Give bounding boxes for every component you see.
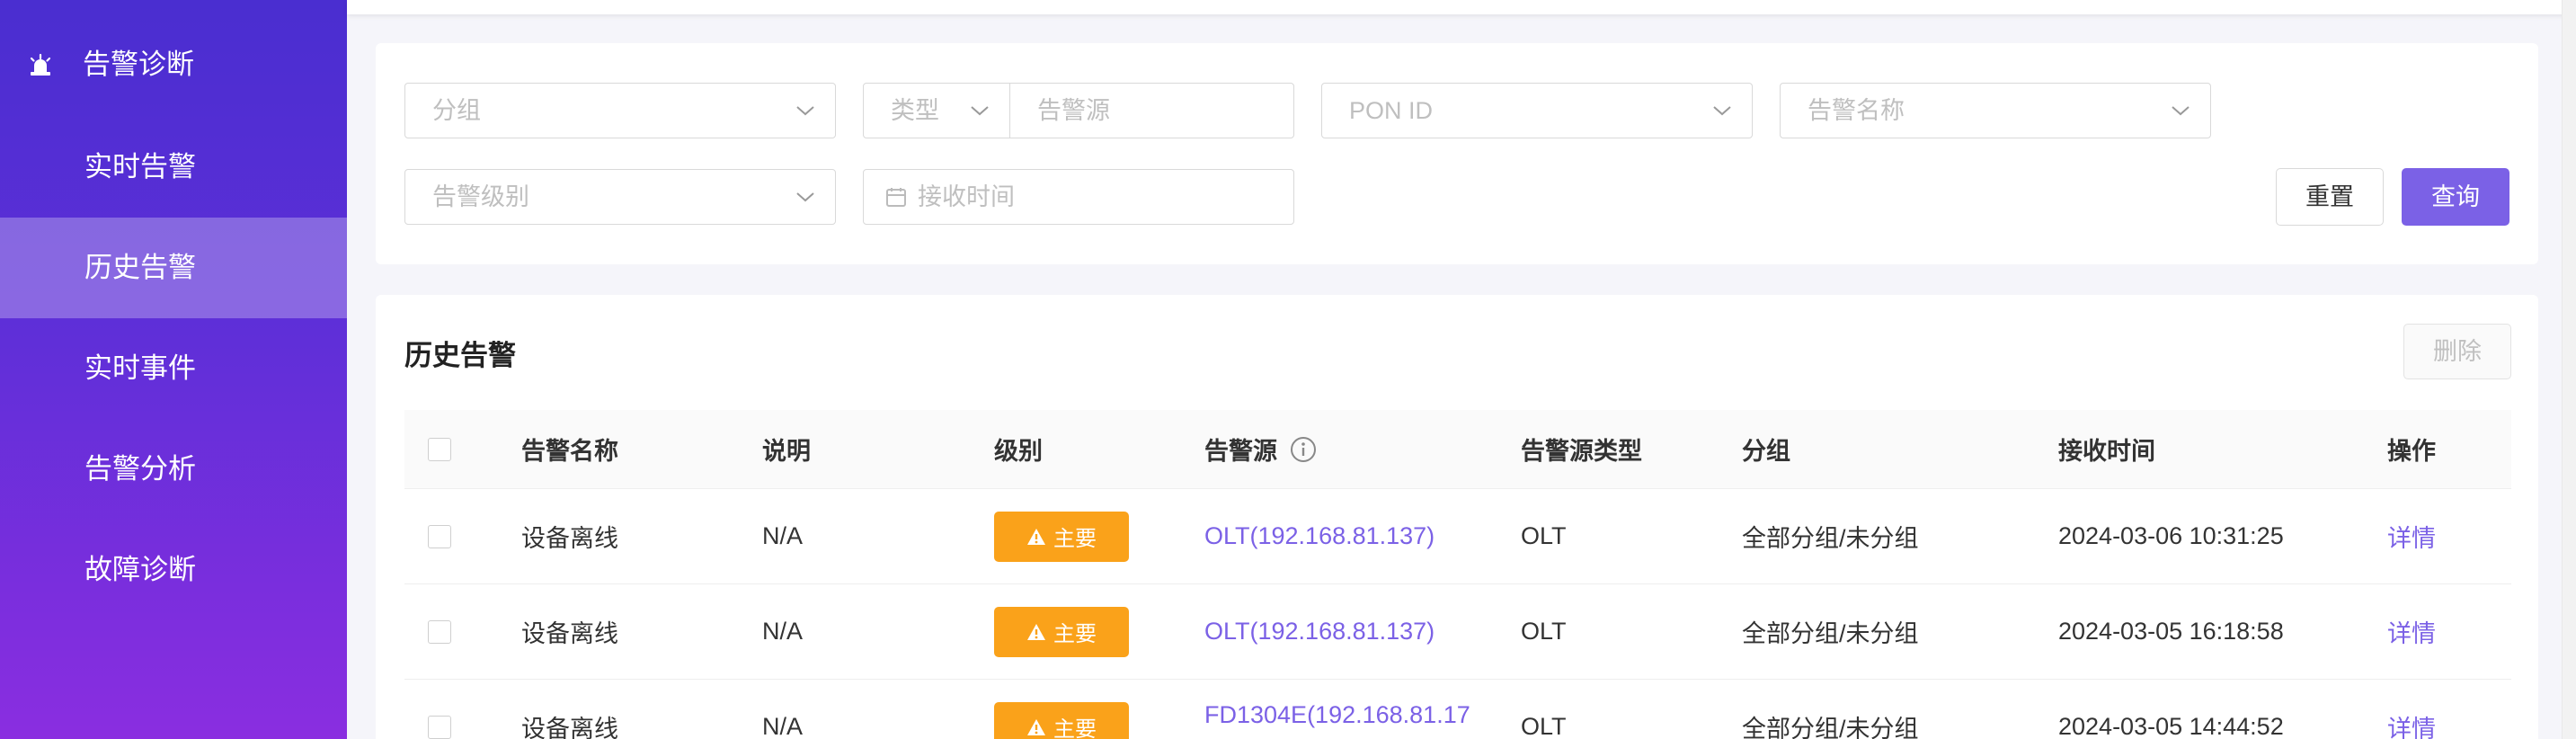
warning-triangle-icon (1027, 718, 1045, 735)
delete-button[interactable]: 删除 (2403, 324, 2511, 379)
chevron-down-icon (2172, 106, 2190, 116)
row-detail-link[interactable]: 详情 (2387, 584, 2436, 679)
row-group: 全部分组/未分组 (1742, 620, 1919, 647)
alarm-source-placeholder: 告警源 (1037, 97, 1110, 124)
level-badge-label: 主要 (1053, 717, 1097, 739)
alarm-light-icon (30, 53, 51, 76)
alarm-name-select[interactable]: 告警名称 (1780, 83, 2211, 138)
row-group: 全部分组/未分组 (1742, 716, 1919, 739)
chevron-down-icon (796, 106, 814, 116)
row-checkbox[interactable] (428, 619, 451, 644)
level-badge: 主要 (994, 511, 1129, 562)
calendar-icon (886, 188, 906, 207)
table-row: 设备离线 N/A 主要 OLT(192.168.81.137) OLT 全部分组… (404, 489, 2511, 584)
column-header-desc: 说明 (762, 438, 811, 465)
info-circle-icon[interactable] (1290, 436, 1317, 463)
row-source-link[interactable]: OLT(192.168.81.137) (1204, 489, 1435, 583)
sidebar-item-alarm-analysis[interactable]: 告警分析 (0, 419, 347, 520)
sidebar-header-label: 告警诊断 (83, 49, 194, 80)
chevron-down-icon (1713, 106, 1731, 116)
row-level-cell: 主要 (994, 584, 1129, 679)
row-checkbox-cell (428, 489, 451, 583)
column-header-source: 告警源 (1204, 410, 1317, 488)
group-select[interactable]: 分组 (404, 83, 836, 138)
column-header-name: 告警名称 (521, 438, 618, 465)
level-badge-label: 主要 (1053, 527, 1097, 551)
row-checkbox[interactable] (428, 524, 451, 548)
row-alarm-name: 设备离线 (521, 620, 618, 647)
alarm-level-placeholder: 告警级别 (432, 183, 529, 210)
table-title: 历史告警 (404, 340, 516, 371)
table-header: 告警名称 说明 级别 告警源 告警源类型 分组 接收时间 操作 (404, 410, 2511, 489)
row-detail-link[interactable]: 详情 (2387, 680, 2436, 739)
row-level-cell: 主要 (994, 680, 1129, 739)
filter-panel: 分组 类型 告警源 PON ID 告警名称 告警级别 接收时间 重置 查询 (376, 43, 2538, 264)
sidebar-item-fault-diagnosis[interactable]: 故障诊断 (0, 520, 347, 620)
row-checkbox-cell (428, 584, 451, 679)
pon-id-select[interactable]: PON ID (1321, 83, 1753, 138)
chevron-down-icon (971, 106, 989, 116)
column-header-action: 操作 (2387, 438, 2436, 465)
alarm-source-input[interactable]: 告警源 (1009, 83, 1294, 138)
row-time: 2024-03-05 16:18:58 (2058, 618, 2284, 645)
column-header-group: 分组 (1742, 438, 1790, 465)
row-level-cell: 主要 (994, 489, 1129, 583)
select-all-cell (428, 410, 451, 488)
row-group: 全部分组/未分组 (1742, 525, 1919, 552)
column-header-source-label: 告警源 (1204, 438, 1277, 465)
row-source-link[interactable]: OLT(192.168.81.137) (1204, 584, 1435, 679)
column-header-time: 接收时间 (2058, 438, 2155, 465)
table-row: 设备离线 N/A 主要 FD1304E(192.168.81.17 OLT 全部… (404, 680, 2511, 739)
row-source-type: OLT (1521, 522, 1567, 549)
row-detail-link[interactable]: 详情 (2387, 489, 2436, 583)
row-source-type: OLT (1521, 618, 1567, 645)
column-header-level: 级别 (994, 438, 1043, 465)
pon-id-placeholder: PON ID (1349, 97, 1434, 124)
receive-time-placeholder: 接收时间 (918, 183, 1015, 210)
sidebar-item-realtime-event[interactable]: 实时事件 (0, 318, 347, 419)
warning-triangle-icon (1027, 528, 1045, 545)
row-desc: N/A (762, 618, 804, 645)
row-desc: N/A (762, 713, 804, 739)
group-placeholder: 分组 (432, 97, 481, 124)
row-checkbox-cell (428, 680, 451, 739)
table-row: 设备离线 N/A 主要 OLT(192.168.81.137) OLT 全部分组… (404, 584, 2511, 680)
row-time: 2024-03-06 10:31:25 (2058, 522, 2284, 549)
type-placeholder: 类型 (891, 97, 939, 124)
level-badge-label: 主要 (1053, 622, 1097, 646)
warning-triangle-icon (1027, 623, 1045, 640)
chevron-down-icon (796, 192, 814, 202)
reset-button[interactable]: 重置 (2276, 168, 2384, 226)
sidebar-item-realtime-alarm[interactable]: 实时告警 (0, 117, 347, 218)
row-alarm-name: 设备离线 (521, 525, 618, 552)
sidebar-item-history-alarm[interactable]: 历史告警 (0, 218, 347, 318)
row-desc: N/A (762, 522, 804, 549)
top-bar (347, 0, 2576, 14)
type-select[interactable]: 类型 (863, 83, 1010, 138)
row-time: 2024-03-05 14:44:52 (2058, 713, 2284, 739)
sidebar-header-alarm-diagnosis[interactable]: 告警诊断 (0, 32, 347, 97)
receive-time-picker[interactable]: 接收时间 (863, 169, 1294, 225)
alarm-name-placeholder: 告警名称 (1808, 97, 1905, 124)
row-source-type: OLT (1521, 713, 1567, 739)
row-alarm-name: 设备离线 (521, 716, 618, 739)
level-badge: 主要 (994, 701, 1129, 739)
page-scrollbar[interactable] (2562, 0, 2576, 739)
alarm-table-panel: 历史告警 删除 告警名称 说明 级别 告警源 告警源类型 分组 接收时间 操作 … (376, 295, 2538, 739)
select-all-checkbox[interactable] (428, 437, 451, 461)
row-source-link[interactable]: FD1304E(192.168.81.17 (1204, 680, 1470, 739)
sidebar: 告警诊断 实时告警 历史告警 实时事件 告警分析 故障诊断 (0, 0, 347, 739)
level-badge: 主要 (994, 606, 1129, 657)
alarm-level-select[interactable]: 告警级别 (404, 169, 836, 225)
column-header-source-type: 告警源类型 (1521, 438, 1642, 465)
query-button[interactable]: 查询 (2402, 168, 2509, 226)
row-checkbox[interactable] (428, 715, 451, 739)
